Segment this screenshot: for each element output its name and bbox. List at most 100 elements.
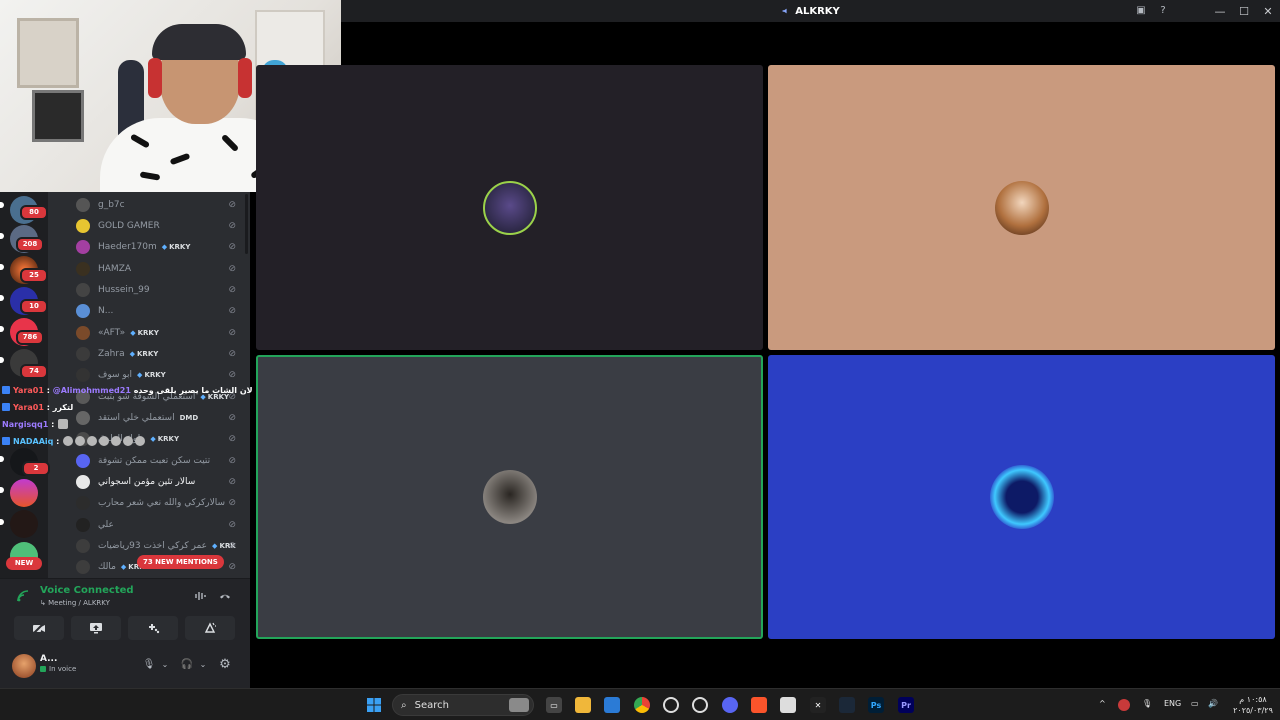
maximize-icon[interactable]: ☐: [1232, 0, 1256, 22]
window-title-text: ALKRKY: [795, 5, 840, 17]
user-avatar[interactable]: [12, 654, 36, 678]
close-icon[interactable]: ✕: [1256, 0, 1280, 22]
clock-date: ٢٠٢٥/٠٣/٢٩: [1233, 706, 1273, 715]
member-name: سالاركركي والله نعي شعر محارب: [98, 498, 226, 508]
disconnect-icon[interactable]: [218, 589, 232, 603]
noise-suppression-icon[interactable]: [194, 589, 208, 603]
system-clock[interactable]: ١٠:٥٨ م ٢٠٢٥/٠٣/٢٩: [1230, 694, 1276, 716]
notepad-icon[interactable]: [780, 697, 796, 713]
server-icon[interactable]: [10, 479, 38, 507]
unread-badge: 786: [16, 330, 44, 345]
member-row[interactable]: Zahra ◆ KRKY ⊘: [76, 344, 246, 364]
voice-channel-path[interactable]: ↳ Meeting / ALKRKY: [40, 599, 110, 607]
tray-chevron-icon[interactable]: ^: [1099, 699, 1106, 708]
premiere-icon[interactable]: Pr: [898, 697, 914, 713]
member-avatar: [76, 496, 90, 510]
participant-tile[interactable]: [768, 355, 1275, 639]
microsoft-store-icon[interactable]: [604, 697, 620, 713]
user-name[interactable]: A...: [40, 654, 57, 664]
kick-source-icon: [2, 386, 10, 394]
volume-icon[interactable]: 🔊: [1208, 699, 1218, 708]
steam-like-icon[interactable]: [692, 697, 708, 713]
file-explorer-icon[interactable]: [575, 697, 591, 713]
emote: [123, 436, 134, 446]
language-indicator[interactable]: ENG: [1164, 699, 1181, 708]
member-list-scrollbar[interactable]: [245, 194, 248, 254]
soundboard-button[interactable]: [185, 616, 235, 640]
member-row[interactable]: GOLD GAMER ⊘: [76, 216, 246, 236]
member-row[interactable]: Hussein_99 ⊘: [76, 280, 246, 300]
member-name: عمر كركي اخذت 93رياضيات: [98, 541, 208, 551]
voice-status[interactable]: Voice Connected: [40, 585, 134, 596]
settings-gear-icon[interactable]: ⚙: [218, 656, 232, 672]
audio-options-chevron-icon[interactable]: ⌄: [196, 656, 210, 672]
unread-badge: 25: [20, 268, 48, 283]
taskbar-search[interactable]: ⌕ Search: [392, 694, 534, 716]
chat-message: Yara01 : @Alimohmmed21 لان الشات ما يصير…: [2, 383, 253, 397]
app-root: ALKRKY ▣ ? — ☐ ✕ 80 208 25 10 786 74 2 N…: [0, 0, 1280, 720]
new-mentions-button[interactable]: 73 NEW MENTIONS: [137, 555, 224, 569]
deafened-icon: ⊘: [228, 456, 236, 466]
new-badge[interactable]: NEW: [6, 557, 42, 570]
window-controls: — ☐ ✕: [1208, 0, 1280, 22]
help-icon[interactable]: ?: [1156, 3, 1170, 17]
member-row[interactable]: علي ⊘: [76, 515, 246, 535]
deafened-icon: ⊘: [228, 370, 236, 380]
member-row[interactable]: HAMZA ⊘: [76, 259, 246, 279]
task-view-icon[interactable]: ▭: [546, 697, 562, 713]
member-name: تتيت سكن تعبت ممكن تشوفة: [98, 456, 211, 466]
network-icon[interactable]: ▭: [1191, 699, 1199, 708]
tray-mic-icon[interactable]: 🎙: [1142, 699, 1152, 708]
app-icon[interactable]: [663, 697, 679, 713]
chat-user: Nargisqq1: [2, 419, 49, 429]
discord-icon[interactable]: [722, 697, 738, 713]
streamer-bandana: [152, 24, 246, 60]
unread-dot: [0, 519, 4, 525]
activities-button[interactable]: [128, 616, 178, 640]
steam-icon[interactable]: [839, 697, 855, 713]
member-row[interactable]: N... ⊘: [76, 301, 246, 321]
member-name: «AFT»: [98, 328, 126, 338]
unread-dot: [0, 357, 4, 363]
participant-tile[interactable]: [768, 65, 1275, 350]
capcut-icon[interactable]: ✕: [810, 697, 826, 713]
member-row[interactable]: سالاركركي والله نعي شعر محارب ⊘: [76, 493, 246, 513]
member-row[interactable]: سالار تئين مؤمن اسجواني ⊘: [76, 472, 246, 492]
chat-message: NADAAiq :: [2, 434, 146, 448]
screen-share-button[interactable]: [71, 616, 121, 640]
deafened-icon: ⊘: [228, 520, 236, 530]
tray-app-icon[interactable]: [1118, 699, 1130, 711]
connection-signal-icon[interactable]: [16, 589, 30, 603]
unread-dot: [0, 264, 4, 270]
member-row[interactable]: Haeder170m ◆ KRKY ⊘: [76, 237, 246, 257]
member-avatar: [76, 219, 90, 233]
member-avatar: [76, 326, 90, 340]
server-icon[interactable]: [10, 510, 38, 538]
microphone-icon[interactable]: 🎙: [142, 656, 156, 672]
participant-tile-speaking[interactable]: [256, 355, 763, 639]
mic-options-chevron-icon[interactable]: ⌄: [158, 656, 172, 672]
clock-time: ١٠:٥٨ م: [1239, 695, 1267, 704]
member-row[interactable]: تتيت سكن تعبت ممكن تشوفة ⊘: [76, 451, 246, 471]
brave-icon[interactable]: [751, 697, 767, 713]
windows-start-icon[interactable]: [366, 697, 382, 713]
unread-dot: [0, 456, 4, 462]
clan-tag: ◆ KRKY: [130, 329, 159, 337]
unread-dot: [0, 202, 4, 208]
inbox-icon[interactable]: ▣: [1134, 3, 1148, 17]
minimize-icon[interactable]: —: [1208, 0, 1232, 22]
search-highlight-icon: [509, 698, 529, 712]
camera-button[interactable]: [14, 616, 64, 640]
member-row[interactable]: g_b7c ⊘: [76, 195, 246, 215]
headphones-icon[interactable]: 🎧: [180, 656, 194, 672]
emote: [135, 436, 146, 446]
wall-plaque: [17, 18, 79, 88]
user-status: In voice: [40, 665, 76, 673]
member-avatar: [76, 454, 90, 468]
chrome-icon[interactable]: [634, 697, 650, 713]
member-row[interactable]: عمر كركي اخذت 93رياضيات ◆ KRK ⊘: [76, 536, 246, 556]
member-row[interactable]: «AFT» ◆ KRKY ⊘: [76, 323, 246, 343]
search-icon: ⌕: [401, 699, 407, 711]
participant-tile[interactable]: [256, 65, 763, 350]
photoshop-icon[interactable]: Ps: [868, 697, 884, 713]
